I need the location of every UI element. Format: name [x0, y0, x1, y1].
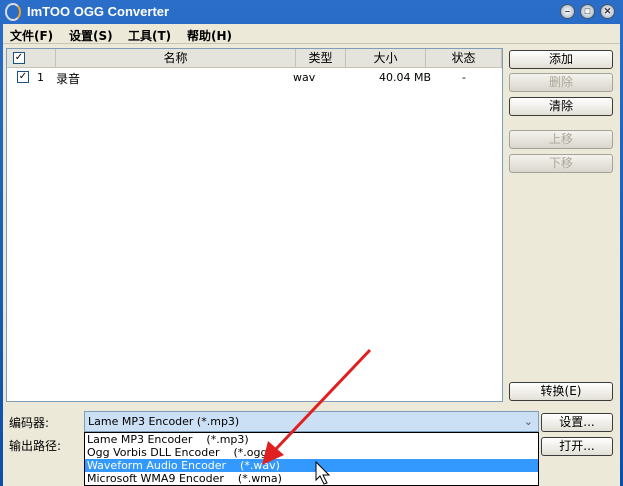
mouse-cursor-icon	[315, 460, 331, 485]
app-window: ImTOO OGG Converter – □ ✕ 文件(F) 设置(S) 工具…	[0, 0, 623, 486]
annotation-arrow-icon	[262, 348, 372, 485]
